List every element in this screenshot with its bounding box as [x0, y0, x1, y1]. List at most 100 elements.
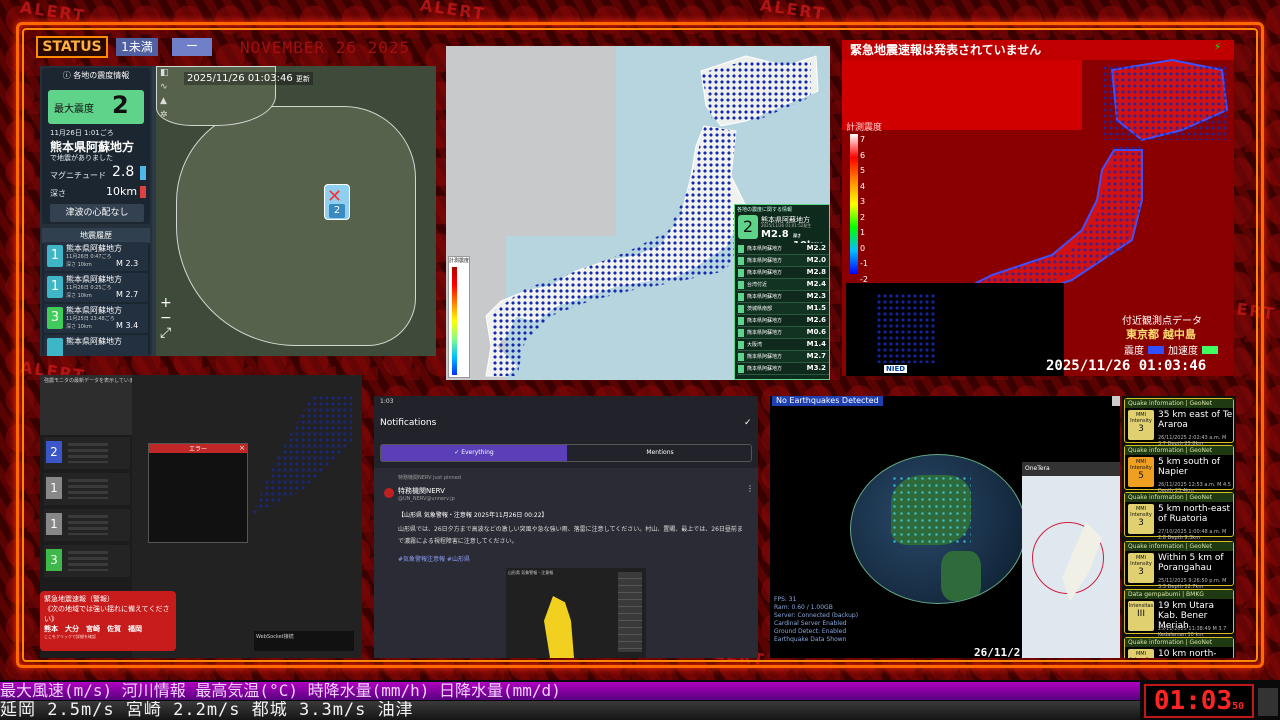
- p4-top-text: 強震モニタの最新データを表示しています: [44, 378, 139, 384]
- magnitude-bar: [140, 166, 146, 180]
- quake-intensity-label: MMI Intensity: [1130, 459, 1152, 471]
- history-item[interactable]: 1 熊本県阿蘇地方 11月26日 0:47ごろ 深さ 10km M 2.3: [44, 242, 148, 271]
- p4-intensity-badge: 1: [46, 477, 62, 499]
- history-place: 熊本県阿蘇地方: [66, 337, 122, 346]
- yamagata-shape: [544, 596, 574, 658]
- eew-desktop-panel: 強震モニタの最新データを表示しています 2 1 1 3 エラー × 緊急地震速報（警報…: [40, 375, 362, 658]
- quake-intensity-value: 3: [1138, 567, 1144, 577]
- info-list-row[interactable]: 熊本県阿蘇地方 M2.6: [737, 315, 829, 327]
- info-list-row[interactable]: 大阪湾 M1.4: [737, 339, 829, 351]
- ticker-values: 延岡 2.5m/s 宮崎 2.2m/s 都城 3.3m/s 油津: [0, 701, 1140, 720]
- account-name[interactable]: 特務機関NERV: [398, 486, 445, 496]
- layers-icon[interactable]: ◧: [160, 68, 170, 78]
- info-list-row[interactable]: 熊本県阿蘇地方 M2.2: [737, 243, 829, 255]
- status-line: Server: Connected (backup): [774, 612, 859, 619]
- account-handle: @UN_NERV@unnerv.jp: [398, 496, 455, 502]
- info-list-row[interactable]: 熊本県阿蘇地方 M2.3: [737, 291, 829, 303]
- tsunami-status-button[interactable]: 津波の心配なし: [50, 204, 144, 222]
- info-intensity-badge: 2: [738, 215, 758, 239]
- wave-icon[interactable]: ∿: [160, 82, 170, 92]
- info-list-badge: [738, 365, 744, 373]
- p4-quake-item[interactable]: 2: [44, 437, 130, 469]
- quake-card[interactable]: Quake information | GeoNetMMI Intensity3…: [1124, 398, 1234, 447]
- more-icon[interactable]: ⋮: [746, 484, 754, 493]
- date-ghost-text: NOVEMBER 26 2025: [240, 38, 411, 57]
- scale-tick: 6: [860, 150, 866, 160]
- zoom-in-button[interactable]: +: [160, 296, 172, 311]
- info-list-place: 熊本県阿蘇地方: [747, 294, 783, 300]
- p4-quake-item[interactable]: 1: [44, 509, 130, 541]
- p4-item-lines: [68, 515, 108, 535]
- info-list-mag: M1.5: [806, 304, 826, 312]
- quake-card[interactable]: Data gempabumi | BMKG Intensitas III 19 km …: [1124, 589, 1234, 638]
- info-list-row[interactable]: 熊本県阿蘇地方 M3.2: [737, 363, 829, 375]
- quake-card[interactable]: Quake information | GeoNet MMI Intensity 5…: [1124, 445, 1234, 494]
- japan-intensity-panel: 計測震度 各地の震度に関する情報 2 熊本県阿蘇地方 2025/11/26 01…: [446, 46, 830, 380]
- legend-accel-swatch: [1202, 346, 1218, 354]
- depth-label: 深さ: [50, 189, 66, 198]
- quake-card[interactable]: Quake information | GeoNetMMI Intensity3…: [1124, 492, 1234, 541]
- history-item[interactable]: 3 熊本県阿蘇地方 11月25日 23:48ごろ 深さ 10km M 3.4: [44, 304, 148, 333]
- check-icon[interactable]: ✓: [744, 418, 752, 428]
- quake-intensity-badge: MMI Intensity3: [1128, 649, 1154, 658]
- scale-tick: 3: [860, 197, 866, 206]
- quake-place: 10 km north-west of: [1158, 649, 1217, 658]
- kyushu-map[interactable]: 2 ✕ 2025/11/26 01:03:46 更新 ◧ ∿ ▲ ✲ + − ⤢: [156, 66, 436, 356]
- phone-map[interactable]: OneTera: [1022, 462, 1120, 658]
- avatar[interactable]: [384, 488, 394, 498]
- info-list-row[interactable]: 台湾付近 M2.4: [737, 279, 829, 291]
- zoom-out-button[interactable]: −: [160, 311, 172, 326]
- status-line: FPS: 31: [774, 596, 797, 603]
- scroll-handle[interactable]: [1112, 396, 1120, 406]
- quake-intensity-badge: MMI Intensity3: [1128, 410, 1154, 440]
- notifications-panel: 1:03 Notifications ✓ ✓ Everything Mentio…: [374, 396, 758, 658]
- dash-button[interactable]: ー: [172, 38, 212, 56]
- globe-status: FPS: 31 Ram: 0.60 / 1.00GB Server: Connect…: [774, 596, 858, 644]
- mini-monitor: NIED: [846, 283, 1012, 376]
- post-image[interactable]: 山形県 気象警報・注意報: [506, 568, 646, 658]
- tab-everything[interactable]: ✓ Everything: [381, 445, 567, 461]
- info-list-place: 熊本県阿蘇地方: [747, 246, 783, 252]
- info-list-mag: M2.2: [806, 244, 826, 252]
- globe[interactable]: [850, 454, 1026, 604]
- info-list-row[interactable]: 熊本県阿蘇地方 M2.7: [737, 351, 829, 363]
- quake-card[interactable]: Quake information | GeoNetMMI Intensity3…: [1124, 637, 1234, 658]
- magnitude-value: 2.8: [112, 164, 135, 180]
- scale-tick: 1: [860, 228, 866, 237]
- history-item[interactable]: 熊本県阿蘇地方: [44, 335, 148, 356]
- info-list-row[interactable]: 熊本県阿蘇地方 M0.6: [737, 327, 829, 339]
- eew-warning-line: 《次の地域では強い揺れに備えてください》: [44, 605, 170, 623]
- p4-quake-item[interactable]: 1: [44, 473, 130, 505]
- close-icon[interactable]: ×: [239, 444, 245, 452]
- post-tags[interactable]: #気象警報注意報 #山形県: [398, 554, 470, 563]
- eew-warning-title: 緊急地震速報（警報）: [44, 595, 114, 603]
- max-intensity-value: 2: [112, 91, 129, 119]
- history-depth: 深さ 10km: [66, 324, 92, 330]
- p4-quake-item[interactable]: 3: [44, 545, 130, 577]
- tab-mentions[interactable]: Mentions: [567, 445, 753, 461]
- gear-icon[interactable]: ✲: [160, 110, 170, 120]
- info-list-row[interactable]: 熊本県阿蘇地方 M2.8: [737, 267, 829, 279]
- info-list-row[interactable]: 熊本県阿蘇地方 M2.0: [737, 255, 829, 267]
- info-list-place: 熊本県阿蘇地方: [747, 270, 783, 276]
- quake-card[interactable]: Quake information | GeoNetMMI Intensity3…: [1124, 541, 1234, 590]
- history-depth: 深さ 10km: [66, 262, 92, 268]
- fullscreen-icon[interactable]: ⤢: [160, 326, 172, 341]
- error-popup-title: エラー: [149, 444, 247, 453]
- info-list-row[interactable]: 茨城県南部 M1.5: [737, 303, 829, 315]
- status-button[interactable]: STATUS: [36, 36, 108, 58]
- warning-icon[interactable]: ▲: [160, 96, 170, 106]
- scale-tick: 0: [860, 243, 866, 253]
- eew-warning-box[interactable]: 緊急地震速報（警報） 《次の地域では強い揺れに備えてください》 熊本 大分 宮崎…: [40, 591, 176, 651]
- info-title-text: 各地の震度情報: [73, 71, 130, 80]
- history-item[interactable]: 1 熊本県阿蘇地方 11月26日 0:25ごろ 深さ 10km M 2.7: [44, 273, 148, 302]
- pinned-notice: 特務機関NERV just pinned: [398, 475, 461, 481]
- p4-item-lines: [68, 443, 108, 463]
- history-time: 11月25日 23:48ごろ: [66, 316, 115, 322]
- legend-title: 計測震度: [449, 258, 470, 264]
- history-intensity-badge: 3: [47, 307, 63, 329]
- info-list-badge: [738, 317, 744, 325]
- quake-intensity-badge: MMI Intensity3: [1128, 553, 1154, 583]
- quake-intensity-value: III: [1137, 609, 1145, 619]
- quake-intensity-badge: MMI Intensity 5: [1128, 457, 1154, 487]
